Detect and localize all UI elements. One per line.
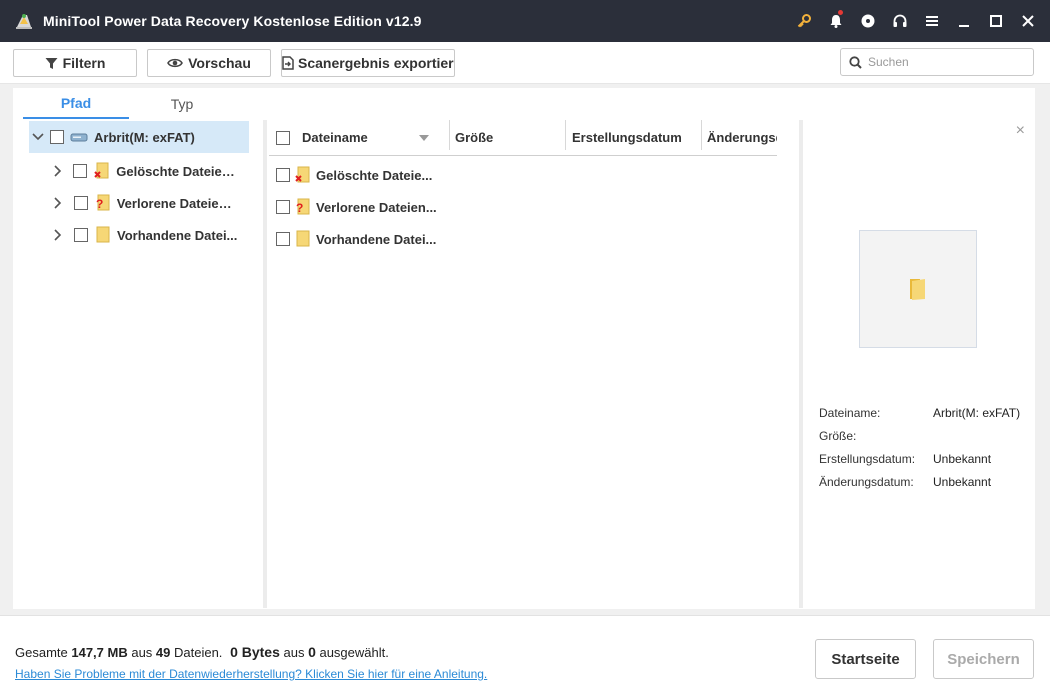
title-bar: MiniTool Power Data Recovery Kostenlose …: [0, 0, 1050, 42]
tree-item-label: Vorhandene Datei...: [117, 227, 238, 243]
tree-item-root[interactable]: Arbrit(M: exFAT): [29, 121, 249, 153]
preview-close-icon[interactable]: ×: [1016, 122, 1025, 140]
column-header-size[interactable]: Größe: [455, 130, 493, 145]
column-header-created[interactable]: Erstellungsdatum: [572, 130, 682, 145]
footer: Gesamte 147,7 MB aus 49 Dateien. 0 Bytes…: [0, 615, 1050, 700]
selected-count: 0: [308, 644, 316, 660]
app-title: MiniTool Power Data Recovery Kostenlose …: [43, 13, 422, 29]
tab-path[interactable]: Pfad: [23, 88, 129, 119]
minimize-icon[interactable]: [948, 0, 980, 42]
notification-dot: [838, 10, 843, 15]
tree-item-deleted[interactable]: Gelöschte Dateien ...: [49, 155, 239, 187]
tab-type[interactable]: Typ: [129, 88, 235, 119]
home-button[interactable]: Startseite: [815, 639, 916, 679]
search-icon: [849, 55, 862, 69]
disc-icon[interactable]: [852, 0, 884, 42]
export-scan-button[interactable]: Scanergebnis exportieren: [281, 49, 455, 77]
file-name: Verlorene Dateien...: [316, 199, 437, 215]
eye-icon: [167, 57, 184, 69]
preview-label: Vorschau: [188, 55, 251, 71]
maximize-icon[interactable]: [980, 0, 1012, 42]
folder-icon: [908, 276, 928, 302]
chevron-right-icon[interactable]: [49, 197, 67, 209]
total-size: 147,7 MB: [71, 645, 128, 660]
summary-text: Dateien.: [170, 645, 223, 660]
filter-label: Filtern: [62, 55, 106, 71]
summary-text: aus: [279, 645, 309, 660]
menu-icon[interactable]: [916, 0, 948, 42]
file-row[interactable]: Gelöschte Dateie...: [269, 159, 439, 191]
file-row-checkbox[interactable]: [276, 232, 290, 246]
svg-text:?: ?: [296, 201, 303, 215]
tree-item-checkbox[interactable]: [73, 196, 88, 210]
save-button[interactable]: Speichern: [933, 639, 1034, 679]
svg-text:?: ?: [96, 197, 103, 211]
app-logo-icon: [13, 10, 35, 32]
property-label: Dateiname:: [819, 406, 881, 420]
search-box[interactable]: [840, 48, 1034, 76]
preview-panel: × Dateiname: Arbrit(M: exFAT) Größe: Ers…: [803, 120, 1035, 608]
tree-item-label: Arbrit(M: exFAT): [94, 129, 195, 145]
help-link[interactable]: Haben Sie Probleme mit der Datenwiederhe…: [15, 667, 487, 681]
selected-size: 0 Bytes: [230, 644, 280, 660]
tree-item-lost[interactable]: ? Verlorene Dateien ...: [49, 187, 239, 219]
total-count: 49: [155, 645, 171, 660]
pane-divider[interactable]: [263, 120, 267, 608]
preview-thumbnail: [859, 230, 977, 348]
property-label: Änderungsdatum:: [819, 475, 914, 489]
column-separator[interactable]: [565, 120, 566, 150]
results-panel: Pfad Typ Arbrit(M: exFAT) Gelöschte Date…: [13, 88, 1035, 609]
property-label: Größe:: [819, 429, 857, 443]
folder-icon: [295, 230, 311, 248]
search-input[interactable]: [868, 55, 1018, 69]
file-list-header: Dateiname Größe Erstellungsdatum Änderun…: [269, 120, 777, 156]
property-value: Unbekannt: [933, 452, 992, 466]
file-name: Vorhandene Datei...: [316, 231, 437, 247]
lost-folder-icon: ?: [295, 198, 311, 216]
tree-item-label: Gelöschte Dateien ...: [116, 163, 239, 179]
export-scan-label: Scanergebnis exportieren: [298, 55, 455, 71]
deleted-folder-icon: [94, 162, 110, 180]
property-label: Erstellungsdatum:: [819, 452, 916, 466]
property-value: Arbrit(M: exFAT): [933, 406, 1021, 420]
filter-button[interactable]: Filtern: [13, 49, 137, 77]
deleted-folder-icon: [295, 166, 311, 184]
file-row-checkbox[interactable]: [276, 200, 290, 214]
folder-icon: [95, 226, 111, 244]
export-icon: [282, 56, 294, 70]
select-all-checkbox[interactable]: [276, 130, 290, 145]
tree-item-label: Verlorene Dateien ...: [116, 195, 239, 211]
summary-text: Gesamte: [15, 645, 72, 660]
headphones-icon[interactable]: [884, 0, 916, 42]
summary-text: aus: [127, 645, 156, 660]
tree-root-checkbox[interactable]: [50, 130, 64, 144]
tree-item-checkbox[interactable]: [73, 164, 88, 178]
close-icon[interactable]: [1012, 0, 1044, 42]
file-name: Gelöschte Dateie...: [316, 167, 433, 183]
sort-down-icon[interactable]: [419, 134, 445, 141]
lost-folder-icon: ?: [95, 194, 111, 212]
tree-item-existing[interactable]: Vorhandene Datei...: [49, 219, 239, 251]
view-tabs: Pfad Typ: [23, 88, 235, 120]
drive-icon: [70, 128, 88, 146]
scan-summary: Gesamte 147,7 MB aus 49 Dateien. 0 Bytes…: [15, 644, 389, 660]
file-row[interactable]: Vorhandene Datei...: [269, 223, 439, 255]
file-row[interactable]: ? Verlorene Dateien...: [269, 191, 439, 223]
preview-button[interactable]: Vorschau: [147, 49, 271, 77]
filter-icon: [45, 57, 58, 70]
bell-icon[interactable]: [820, 0, 852, 42]
column-separator[interactable]: [701, 120, 702, 150]
column-separator[interactable]: [449, 120, 450, 150]
key-icon[interactable]: [788, 0, 820, 42]
summary-text: ausgewählt.: [315, 645, 389, 660]
column-header-modified[interactable]: Änderungsd: [707, 130, 777, 145]
tree-item-checkbox[interactable]: [74, 228, 88, 242]
property-value: Unbekannt: [933, 475, 992, 489]
column-header-filename[interactable]: Dateiname: [302, 130, 419, 145]
file-row-checkbox[interactable]: [276, 168, 290, 182]
chevron-right-icon[interactable]: [49, 229, 67, 241]
chevron-right-icon[interactable]: [49, 165, 66, 177]
chevron-down-icon[interactable]: [29, 133, 47, 141]
